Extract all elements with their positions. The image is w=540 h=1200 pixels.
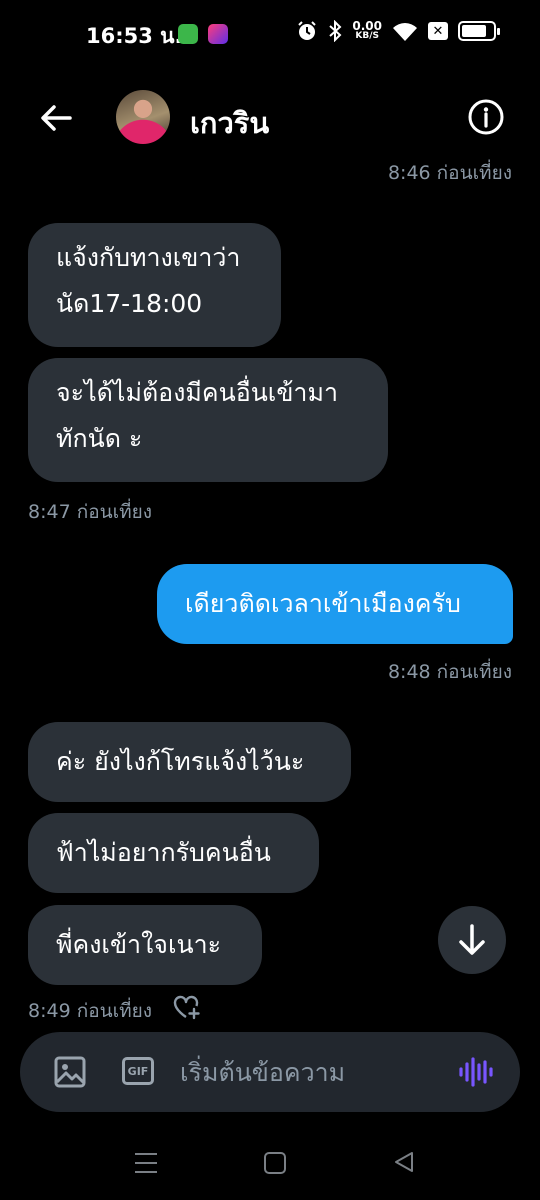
voice-wave-icon[interactable] <box>458 1056 494 1088</box>
message-bubble-incoming[interactable]: แจ้งกับทางเขาว่า นัด17-18:00 <box>28 223 281 347</box>
contact-name[interactable]: เกวริน <box>190 100 269 146</box>
status-bar: 16:53 น. 0.00 KB/S ✕ <box>0 0 540 70</box>
back-arrow-icon[interactable] <box>36 98 76 138</box>
message-bubble-incoming[interactable]: ค่ะ ยังไงก้โทรแจ้งไว้นะ <box>28 722 351 802</box>
message-bubble-incoming[interactable]: พี่คงเข้าใจเนาะ <box>28 905 262 985</box>
message-bubble-outgoing[interactable]: เดียวติดเวลาเข้าเมืองครับ <box>157 564 513 644</box>
bluetooth-icon <box>329 20 342 42</box>
lazada-notification-icon <box>208 24 228 44</box>
message-bubble-incoming[interactable]: ฟ้าไม่อยากรับคนอื่น <box>28 813 319 893</box>
conversation-header: เกวริน <box>0 80 540 160</box>
message-input[interactable] <box>180 1054 450 1090</box>
no-sim-icon: ✕ <box>428 22 448 40</box>
app-notification-icon <box>178 24 198 44</box>
image-icon[interactable] <box>54 1056 86 1088</box>
wifi-icon <box>393 23 417 41</box>
battery-icon <box>458 21 500 41</box>
avatar[interactable] <box>116 90 170 144</box>
status-icons: 0.00 KB/S ✕ <box>296 19 500 42</box>
heart-plus-icon[interactable] <box>172 994 200 1020</box>
message-composer: GIF <box>20 1032 520 1112</box>
scroll-to-bottom-button[interactable] <box>438 906 506 974</box>
message-bubble-incoming[interactable]: จะได้ไม่ต้องมีคนอื่นเข้ามา ทักนัด ะ <box>28 358 388 482</box>
message-timestamp: 8:49 ก่อนเที่ยง <box>28 1000 153 1022</box>
message-timestamp: 8:46 ก่อนเที่ยง <box>387 162 512 184</box>
arrow-down-icon <box>459 924 485 955</box>
network-speed: 0.00 KB/S <box>352 19 382 41</box>
home-icon[interactable] <box>264 1152 286 1174</box>
message-line: นัด17-18:00 <box>56 289 203 318</box>
message-line: แจ้งกับทางเขาว่า <box>56 243 241 272</box>
alarm-icon <box>298 21 317 40</box>
message-timestamp: 8:47 ก่อนเที่ยง <box>28 501 153 523</box>
system-nav-bar <box>0 1130 540 1200</box>
message-line: จะได้ไม่ต้องมีคนอื่นเข้ามา <box>56 378 338 407</box>
info-icon[interactable] <box>467 98 505 136</box>
recent-apps-icon[interactable] <box>134 1152 158 1174</box>
message-line: ทักนัด ะ <box>56 424 143 453</box>
status-time: 16:53 น. <box>86 24 183 48</box>
gif-icon[interactable]: GIF <box>122 1057 154 1085</box>
message-timestamp: 8:48 ก่อนเที่ยง <box>387 661 512 683</box>
nav-back-icon[interactable] <box>392 1150 416 1174</box>
